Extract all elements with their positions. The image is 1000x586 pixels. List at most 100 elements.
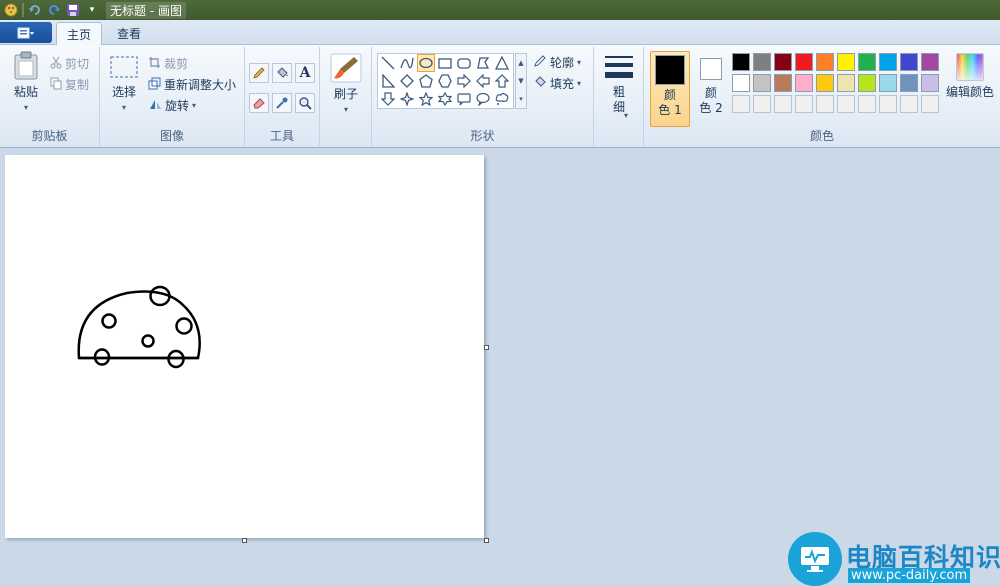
drawing-canvas[interactable]	[5, 155, 484, 538]
pentagon-icon[interactable]	[417, 72, 435, 90]
fill-button[interactable]: 填充 ▾	[533, 75, 581, 92]
color-swatch[interactable]	[879, 53, 897, 71]
four-point-star-icon[interactable]	[398, 90, 416, 108]
down-arrow-icon[interactable]	[379, 90, 397, 108]
color-swatch[interactable]	[753, 53, 771, 71]
size-dropdown-icon[interactable]: ▾	[624, 111, 628, 120]
resize-handle-right[interactable]	[484, 345, 489, 350]
color-picker-icon[interactable]	[272, 93, 292, 113]
color-swatch[interactable]	[921, 74, 939, 92]
redo-icon[interactable]	[46, 2, 62, 18]
brushes-dropdown-icon[interactable]: ▾	[344, 102, 348, 117]
size-label-line1: 粗	[612, 85, 625, 99]
crop-button[interactable]: 裁剪	[148, 55, 188, 72]
color-swatch[interactable]	[879, 95, 897, 113]
scissors-icon	[50, 56, 62, 72]
triangle-icon[interactable]	[493, 54, 511, 72]
color-swatch[interactable]	[732, 95, 750, 113]
text-icon[interactable]: A	[295, 63, 315, 83]
color-swatch[interactable]	[774, 95, 792, 113]
file-menu-button[interactable]	[0, 22, 52, 43]
color-swatch[interactable]	[837, 95, 855, 113]
size-button[interactable]: 粗 细	[601, 53, 637, 115]
edit-colors-button[interactable]: 编辑颜色	[942, 53, 998, 100]
color-swatch[interactable]	[900, 74, 918, 92]
color-swatch[interactable]	[774, 74, 792, 92]
oval-callout-icon[interactable]	[474, 90, 492, 108]
line-icon[interactable]	[379, 54, 397, 72]
color-swatch[interactable]	[795, 74, 813, 92]
color-swatch[interactable]	[816, 74, 834, 92]
select-dropdown-icon[interactable]: ▾	[122, 100, 126, 115]
brush-icon	[330, 53, 362, 87]
color-swatch[interactable]	[900, 53, 918, 71]
hexagon-icon[interactable]	[436, 72, 454, 90]
color-swatch[interactable]	[858, 74, 876, 92]
undo-icon[interactable]	[27, 2, 43, 18]
oval-icon[interactable]	[417, 54, 435, 72]
tab-view[interactable]: 查看	[106, 22, 152, 45]
cloud-callout-icon[interactable]	[493, 90, 511, 108]
select-button[interactable]: 选择 ▾	[106, 55, 142, 115]
save-icon[interactable]	[65, 2, 81, 18]
scroll-up-icon[interactable]: ▲	[516, 54, 526, 72]
five-point-star-icon[interactable]	[417, 90, 435, 108]
color-1-button[interactable]: 颜 色 1	[650, 51, 690, 127]
color-swatch[interactable]	[858, 95, 876, 113]
magnifier-icon[interactable]	[295, 93, 315, 113]
color-swatch[interactable]	[921, 95, 939, 113]
line-width-icon	[603, 53, 635, 85]
resize-handle-corner[interactable]	[484, 538, 489, 543]
paste-dropdown-icon[interactable]: ▾	[24, 100, 28, 115]
outline-dropdown-icon[interactable]: ▾	[577, 58, 581, 67]
color-swatch[interactable]	[837, 53, 855, 71]
pencil-icon[interactable]	[249, 63, 269, 83]
color-swatch[interactable]	[900, 95, 918, 113]
cut-button[interactable]: 剪切	[50, 55, 89, 72]
brushes-button[interactable]: 刷子 ▾	[328, 53, 364, 117]
color-swatch[interactable]	[732, 53, 750, 71]
right-triangle-icon[interactable]	[379, 72, 397, 90]
customize-quick-access-icon[interactable]: ▾	[84, 2, 100, 18]
copy-button[interactable]: 复制	[50, 76, 89, 93]
polygon-icon[interactable]	[474, 54, 492, 72]
crop-icon	[148, 56, 161, 72]
color-swatch[interactable]	[753, 74, 771, 92]
color-swatch[interactable]	[858, 53, 876, 71]
color-swatch[interactable]	[795, 95, 813, 113]
color-swatch[interactable]	[879, 74, 897, 92]
resize-handle-bottom[interactable]	[242, 538, 247, 543]
canvas-area[interactable]	[0, 148, 1000, 586]
expand-gallery-icon[interactable]: ▾	[516, 90, 526, 108]
eraser-icon[interactable]	[249, 93, 269, 113]
paint-app-icon[interactable]	[3, 2, 19, 18]
color-swatch[interactable]	[795, 53, 813, 71]
color-2-button[interactable]: 颜 色 2	[694, 51, 728, 127]
rotate-button[interactable]: 旋转 ▾	[148, 97, 196, 114]
fill-bucket-icon[interactable]	[272, 63, 292, 83]
resize-button[interactable]: 重新调整大小	[148, 76, 236, 93]
paste-button[interactable]: 粘贴 ▾	[6, 51, 46, 115]
rounded-rectangle-icon[interactable]	[455, 54, 473, 72]
color-swatch[interactable]	[732, 74, 750, 92]
outline-button[interactable]: 轮廓 ▾	[533, 54, 581, 71]
scroll-down-icon[interactable]: ▼	[516, 72, 526, 90]
shapes-scroll[interactable]: ▲ ▼ ▾	[515, 53, 527, 109]
up-arrow-icon[interactable]	[493, 72, 511, 90]
rectangle-icon[interactable]	[436, 54, 454, 72]
color-swatch[interactable]	[753, 95, 771, 113]
right-arrow-icon[interactable]	[455, 72, 473, 90]
color-swatch[interactable]	[837, 74, 855, 92]
color-swatch[interactable]	[921, 53, 939, 71]
tab-home[interactable]: 主页	[56, 22, 102, 45]
color-swatch[interactable]	[816, 95, 834, 113]
diamond-icon[interactable]	[398, 72, 416, 90]
rounded-callout-icon[interactable]	[455, 90, 473, 108]
left-arrow-icon[interactable]	[474, 72, 492, 90]
fill-dropdown-icon[interactable]: ▾	[577, 79, 581, 88]
color-swatch[interactable]	[816, 53, 834, 71]
color-swatch[interactable]	[774, 53, 792, 71]
six-point-star-icon[interactable]	[436, 90, 454, 108]
rotate-dropdown-icon[interactable]: ▾	[192, 101, 196, 110]
curve-icon[interactable]	[398, 54, 416, 72]
